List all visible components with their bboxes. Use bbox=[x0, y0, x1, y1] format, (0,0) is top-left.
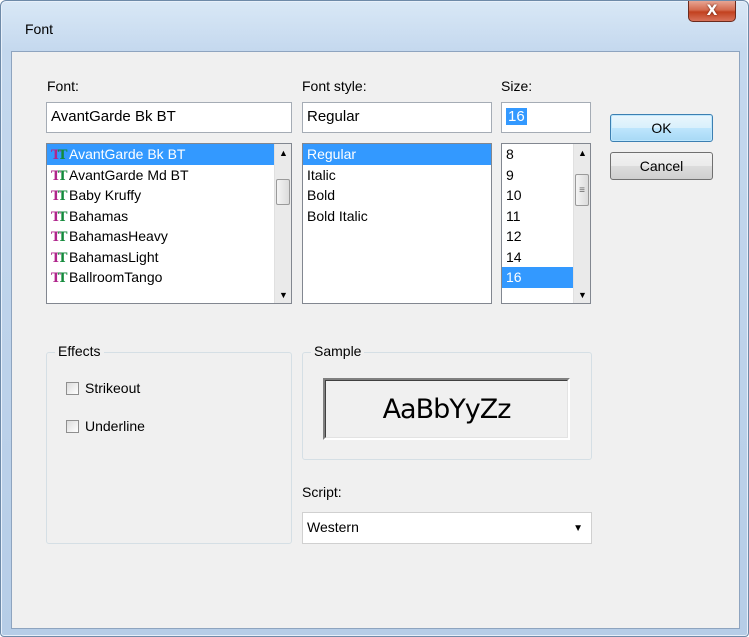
truetype-font-icon: TT bbox=[51, 250, 67, 266]
underline-checkbox[interactable]: Underline bbox=[66, 418, 145, 434]
font-list-item-label: Baby Kruffy bbox=[69, 187, 142, 203]
font-list-item-label: AvantGarde Md BT bbox=[69, 166, 189, 183]
size-list-item-label: 12 bbox=[506, 228, 522, 244]
strikeout-checkbox-box[interactable] bbox=[66, 381, 79, 395]
font-list-item[interactable]: TT Bahamas bbox=[47, 206, 291, 227]
sample-preview: AaBbYyZz bbox=[323, 378, 570, 440]
strikeout-checkbox[interactable]: Strikeout bbox=[66, 380, 140, 396]
font-name-value: AvantGarde Bk BT bbox=[51, 108, 176, 125]
style-list-item[interactable]: Italic bbox=[303, 165, 491, 186]
font-name-input[interactable]: AvantGarde Bk BT bbox=[46, 102, 292, 133]
scroll-down-arrow-icon[interactable]: ▼ bbox=[574, 286, 590, 303]
font-list-item[interactable]: TT BahamasHeavy bbox=[47, 226, 291, 247]
style-list-item-label: Regular bbox=[307, 146, 357, 162]
style-list-item[interactable]: Bold bbox=[303, 185, 491, 206]
script-dropdown[interactable]: Western ▼ bbox=[302, 512, 592, 544]
size-list-scrollbar[interactable]: ▲ ≡ ▼ bbox=[573, 144, 590, 303]
font-style-value: Regular bbox=[307, 108, 360, 125]
size-list-item-label: 8 bbox=[506, 146, 514, 162]
underline-checkbox-box[interactable] bbox=[66, 419, 79, 433]
size-list-item-label: 16 bbox=[506, 269, 522, 285]
scroll-thumb[interactable]: ≡ bbox=[575, 174, 589, 206]
size-list-item-label: 14 bbox=[506, 248, 522, 265]
style-list-item-label: Bold bbox=[307, 187, 336, 203]
font-list-item-label: BahamasHeavy bbox=[69, 228, 168, 244]
font-list-scrollbar[interactable]: ▲ ▼ bbox=[274, 144, 291, 303]
font-list-item[interactable]: TT AvantGarde Md BT bbox=[47, 165, 291, 186]
font-list-item-label: BallroomTango bbox=[69, 269, 163, 285]
font-label: Font: bbox=[47, 78, 79, 94]
script-value: Western bbox=[307, 519, 359, 535]
sample-text: AaBbYyZz bbox=[325, 380, 568, 438]
sample-group-title: Sample bbox=[311, 343, 365, 359]
font-list-item[interactable]: TT AvantGarde Bk BT bbox=[47, 144, 291, 165]
truetype-font-icon: TT bbox=[51, 148, 67, 163]
scroll-up-arrow-icon[interactable]: ▲ bbox=[275, 144, 291, 161]
window-title: Font bbox=[25, 21, 54, 37]
font-list-item-label: AvantGarde Bk BT bbox=[69, 146, 186, 162]
font-list-item[interactable]: TT BahamasLight bbox=[47, 247, 291, 268]
size-label: Size: bbox=[501, 78, 533, 94]
effects-group-title: Effects bbox=[55, 343, 104, 359]
truetype-font-icon: TT bbox=[51, 209, 67, 225]
size-value: 16 bbox=[506, 108, 527, 125]
scroll-thumb[interactable] bbox=[276, 179, 290, 205]
truetype-font-icon: TT bbox=[51, 168, 67, 184]
size-list-item-label: 11 bbox=[506, 207, 521, 224]
script-label: Script: bbox=[302, 484, 342, 500]
font-dialog-window: Font X Font: AvantGarde Bk BT TT AvantGar… bbox=[0, 0, 749, 637]
ok-button[interactable]: OK bbox=[610, 114, 713, 142]
dialog-client-area: Font: AvantGarde Bk BT TT AvantGarde Bk B… bbox=[11, 51, 740, 629]
chevron-down-icon[interactable]: ▼ bbox=[573, 523, 583, 534]
underline-label: Underline bbox=[85, 418, 145, 434]
strikeout-label: Strikeout bbox=[85, 380, 141, 396]
close-icon: X bbox=[706, 3, 718, 19]
style-list-item-label: Bold Italic bbox=[307, 207, 368, 224]
style-list-item[interactable]: Regular bbox=[303, 144, 491, 165]
truetype-font-icon: TT bbox=[51, 271, 67, 286]
size-list-item-label: 10 bbox=[506, 187, 522, 203]
scroll-down-arrow-icon[interactable]: ▼ bbox=[275, 286, 291, 303]
font-list-item[interactable]: TT Baby Kruffy bbox=[47, 185, 291, 206]
size-list[interactable]: 8 9 10 11 12 14 16 ▲ ≡ ▼ bbox=[501, 143, 591, 304]
font-name-list[interactable]: TT AvantGarde Bk BT TT AvantGarde Md BT TT Ba… bbox=[46, 143, 292, 304]
close-button[interactable]: X bbox=[688, 1, 736, 22]
font-style-label: Font style: bbox=[302, 78, 367, 94]
font-list-item-label: Bahamas bbox=[69, 207, 129, 224]
size-input[interactable]: 16 bbox=[501, 102, 591, 133]
style-list-item[interactable]: Bold Italic bbox=[303, 206, 491, 227]
size-list-item-label: 9 bbox=[506, 166, 514, 183]
font-style-input[interactable]: Regular bbox=[302, 102, 492, 133]
truetype-font-icon: TT bbox=[51, 189, 67, 204]
cancel-button[interactable]: Cancel bbox=[610, 152, 713, 180]
style-list-item-label: Italic bbox=[307, 166, 336, 183]
font-style-list[interactable]: Regular Italic Bold Bold Italic bbox=[302, 143, 492, 304]
truetype-font-icon: TT bbox=[51, 230, 67, 245]
font-list-item[interactable]: TT BallroomTango bbox=[47, 267, 291, 288]
font-list-item-label: BahamasLight bbox=[69, 248, 159, 265]
scroll-up-arrow-icon[interactable]: ▲ bbox=[574, 144, 590, 161]
